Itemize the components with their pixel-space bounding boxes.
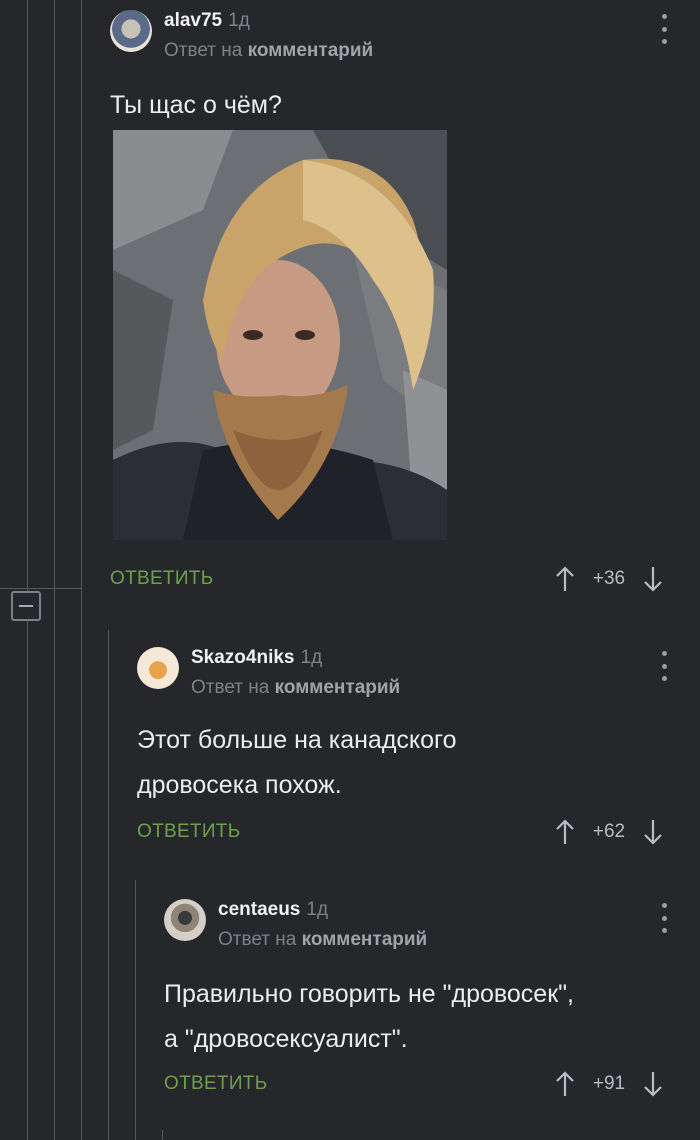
reply-button[interactable]: ОТВЕТИТЬ — [110, 568, 213, 590]
reply-button[interactable]: ОТВЕТИТЬ — [137, 821, 240, 843]
score: +36 — [592, 568, 626, 589]
comment-image[interactable] — [113, 130, 447, 540]
arrow-down-icon[interactable] — [641, 817, 665, 847]
arrow-down-icon[interactable] — [641, 1069, 665, 1099]
vote-controls: +36 — [553, 564, 665, 594]
username[interactable]: Skazo4niks 1д — [191, 647, 322, 669]
arrow-up-icon[interactable] — [553, 564, 577, 594]
arrow-up-icon[interactable] — [553, 817, 577, 847]
collapse-thread-button[interactable] — [11, 591, 41, 621]
reply-to: Ответ на комментарий — [218, 929, 428, 950]
reply-to: Ответ на комментарий — [164, 40, 374, 61]
arrow-up-icon[interactable] — [553, 1069, 577, 1099]
reply-to-link[interactable]: комментарий — [275, 677, 401, 698]
comment-skazo4niks: Skazo4niks 1д Ответ на комментарий Этот б… — [137, 647, 680, 857]
comment-time: 1д — [300, 647, 323, 668]
comment-text: Правильно говорить не "дровосек", а "дро… — [164, 972, 574, 1062]
username[interactable]: centaeus 1д — [218, 899, 328, 921]
more-vertical-icon[interactable] — [660, 14, 668, 44]
comment-time: 1д — [306, 899, 329, 920]
score: +62 — [592, 821, 626, 842]
comment-centaeus: centaeus 1д Ответ на комментарий Правильн… — [164, 899, 680, 1109]
vote-controls: +62 — [553, 817, 665, 847]
thread-line — [135, 880, 136, 1140]
comment-text-line: дровосека похож. — [137, 771, 342, 799]
thread-line — [108, 630, 109, 1140]
comment-text-line: а "дровосексуалист". — [164, 1025, 408, 1053]
thread-connector — [0, 588, 82, 589]
comment-text-line: Этот больше на канадского — [137, 726, 457, 754]
reply-to: Ответ на комментарий — [191, 677, 401, 698]
arrow-down-icon[interactable] — [641, 564, 665, 594]
comment-time: 1д — [228, 10, 250, 31]
more-vertical-icon[interactable] — [660, 903, 668, 933]
comment-text-line: Правильно говорить не "дровосек", — [164, 980, 574, 1008]
avatar[interactable] — [164, 899, 206, 941]
username[interactable]: alav75 1д — [164, 10, 250, 32]
vote-controls: +91 — [553, 1069, 665, 1099]
reply-to-link[interactable]: комментарий — [248, 40, 374, 61]
thread-line — [54, 0, 55, 1140]
reply-button[interactable]: ОТВЕТИТЬ — [164, 1073, 267, 1095]
reply-to-link[interactable]: комментарий — [302, 929, 428, 950]
thread-line — [27, 0, 28, 1140]
comment-text: Этот больше на канадского дровосека похо… — [137, 718, 457, 808]
comment-text: Ты щас о чём? — [110, 91, 282, 119]
avatar[interactable] — [110, 10, 152, 52]
thread-line — [162, 1130, 163, 1140]
score: +91 — [592, 1073, 626, 1094]
thread-line — [81, 0, 82, 1140]
more-vertical-icon[interactable] — [660, 651, 668, 681]
avatar[interactable] — [137, 647, 179, 689]
